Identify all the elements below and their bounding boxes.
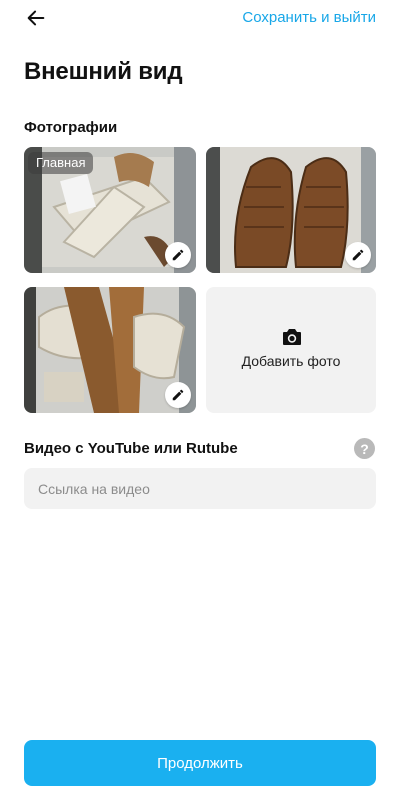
photos-section-label: Фотографии [24,119,118,136]
back-button[interactable] [24,6,48,30]
pencil-icon [172,249,184,261]
camera-icon [283,329,301,345]
help-icon[interactable]: ? [354,438,375,459]
arrow-left-icon [27,10,45,26]
top-bar: Сохранить и выйти [0,0,400,36]
photo-thumbnail-3[interactable] [24,287,196,413]
add-photo-label: Добавить фото [241,353,341,369]
page-title: Внешний вид [24,58,183,85]
edit-photo-button-3[interactable] [165,382,191,408]
save-and-exit-link[interactable]: Сохранить и выйти [242,9,376,26]
continue-button[interactable]: Продолжить [24,740,376,786]
video-section-label: Видео с YouTube или Rutube [24,440,238,457]
main-photo-badge: Главная [28,152,94,174]
pencil-icon [172,389,184,401]
video-link-input[interactable] [24,468,376,509]
edit-photo-button-1[interactable] [165,242,191,268]
photo-thumbnail-2[interactable] [206,147,376,273]
pencil-icon [352,249,364,261]
add-photo-button[interactable]: Добавить фото [206,287,376,413]
edit-photo-button-2[interactable] [345,242,371,268]
